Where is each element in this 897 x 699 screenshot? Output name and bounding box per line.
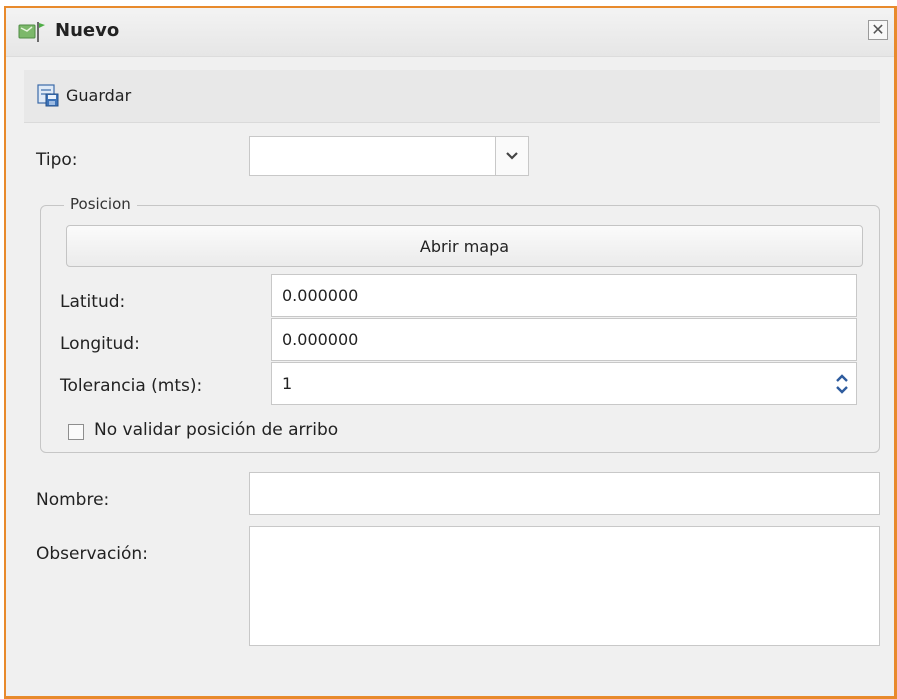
save-button-label: Guardar	[66, 85, 132, 105]
tipo-select[interactable]	[249, 136, 529, 176]
latitud-value: 0.000000	[282, 286, 359, 305]
tolerancia-spinner[interactable]: 1	[271, 362, 857, 405]
open-map-button[interactable]: Abrir mapa	[66, 225, 863, 267]
save-button[interactable]: Guardar	[36, 80, 131, 110]
tolerancia-label: Tolerancia (mts):	[60, 376, 203, 396]
nombre-input[interactable]	[249, 472, 880, 515]
tolerancia-value: 1	[282, 374, 293, 393]
no-validar-label[interactable]: No validar posición de arribo	[94, 420, 338, 440]
spin-up-icon[interactable]	[835, 373, 849, 383]
tipo-dropdown-trigger[interactable]	[495, 137, 528, 175]
no-validar-checkbox[interactable]	[68, 424, 84, 440]
longitud-value: 0.000000	[282, 330, 359, 349]
window-title: Nuevo	[55, 20, 120, 41]
tolerancia-spin-buttons[interactable]	[828, 363, 856, 404]
nombre-label: Nombre:	[36, 490, 110, 510]
chevron-down-icon	[506, 152, 518, 160]
dialog-window: Nuevo ✕ Guardar Tipo: Posicion Abrir map…	[4, 6, 897, 699]
observacion-textarea[interactable]	[249, 526, 880, 646]
tipo-label: Tipo:	[36, 150, 78, 170]
longitud-input[interactable]: 0.000000	[271, 318, 857, 361]
longitud-label: Longitud:	[60, 334, 140, 354]
close-icon: ✕	[871, 20, 885, 39]
save-form-icon	[37, 84, 59, 107]
latitud-label: Latitud:	[60, 292, 126, 312]
toolbar: Guardar	[24, 70, 880, 123]
latitud-input[interactable]: 0.000000	[271, 274, 857, 317]
observacion-label: Observación:	[36, 544, 148, 564]
spin-down-icon[interactable]	[835, 385, 849, 394]
close-button[interactable]: ✕	[868, 20, 888, 40]
map-flag-icon	[18, 22, 45, 42]
posicion-legend: Posicion	[64, 195, 137, 213]
title-bar[interactable]: Nuevo ✕	[6, 8, 894, 57]
